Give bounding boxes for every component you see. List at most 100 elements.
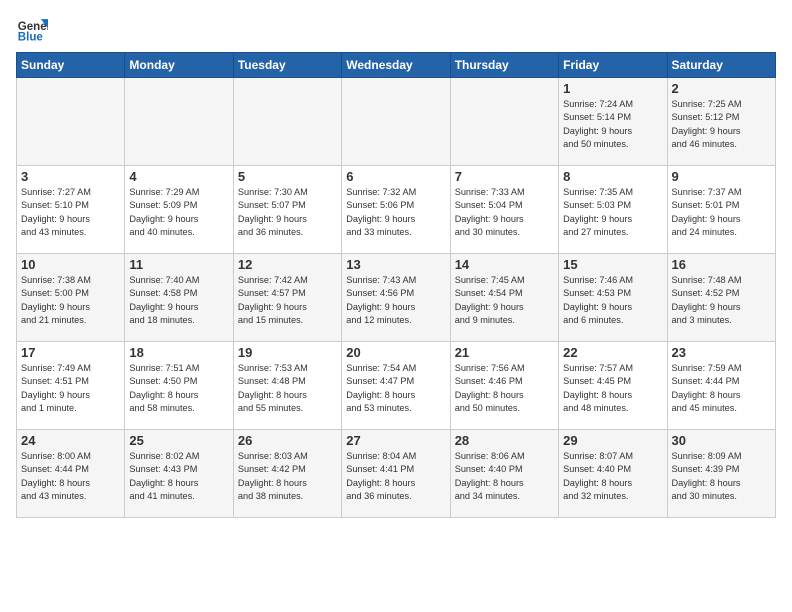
day-number: 19 xyxy=(238,345,337,360)
calendar-cell: 13 Sunrise: 7:43 AM Sunset: 4:56 PM Dayli… xyxy=(342,254,450,342)
calendar-cell: 30 Sunrise: 8:09 AM Sunset: 4:39 PM Dayli… xyxy=(667,430,775,518)
calendar-cell: 8Sunrise: 7:35 AM Sunset: 5:03 PM Daylig… xyxy=(559,166,667,254)
week-row-5: 24 Sunrise: 8:00 AM Sunset: 4:44 PM Dayli… xyxy=(17,430,776,518)
calendar-cell: 2 Sunrise: 7:25 AM Sunset: 5:12 PM Daylig… xyxy=(667,78,775,166)
calendar-cell: 19 Sunrise: 7:53 AM Sunset: 4:48 PM Dayli… xyxy=(233,342,341,430)
day-info: Sunrise: 7:37 AM Sunset: 5:01 PM Dayligh… xyxy=(672,186,771,239)
calendar-cell: 5Sunrise: 7:30 AM Sunset: 5:07 PM Daylig… xyxy=(233,166,341,254)
calendar-cell: 11 Sunrise: 7:40 AM Sunset: 4:58 PM Dayli… xyxy=(125,254,233,342)
day-info: Sunrise: 7:46 AM Sunset: 4:53 PM Dayligh… xyxy=(563,274,662,327)
calendar-cell: 12 Sunrise: 7:42 AM Sunset: 4:57 PM Dayli… xyxy=(233,254,341,342)
calendar-cell: 17 Sunrise: 7:49 AM Sunset: 4:51 PM Dayli… xyxy=(17,342,125,430)
day-info: Sunrise: 7:49 AM Sunset: 4:51 PM Dayligh… xyxy=(21,362,120,415)
day-number: 9 xyxy=(672,169,771,184)
day-number: 25 xyxy=(129,433,228,448)
calendar-cell: 16 Sunrise: 7:48 AM Sunset: 4:52 PM Dayli… xyxy=(667,254,775,342)
day-info: Sunrise: 7:57 AM Sunset: 4:45 PM Dayligh… xyxy=(563,362,662,415)
calendar-cell xyxy=(17,78,125,166)
day-info: Sunrise: 7:48 AM Sunset: 4:52 PM Dayligh… xyxy=(672,274,771,327)
calendar-cell: 15 Sunrise: 7:46 AM Sunset: 4:53 PM Dayli… xyxy=(559,254,667,342)
day-number: 16 xyxy=(672,257,771,272)
day-number: 20 xyxy=(346,345,445,360)
day-number: 2 xyxy=(672,81,771,96)
day-number: 24 xyxy=(21,433,120,448)
day-number: 15 xyxy=(563,257,662,272)
calendar-cell: 24 Sunrise: 8:00 AM Sunset: 4:44 PM Dayli… xyxy=(17,430,125,518)
day-number: 11 xyxy=(129,257,228,272)
day-number: 18 xyxy=(129,345,228,360)
day-number: 22 xyxy=(563,345,662,360)
page-header: General Blue xyxy=(16,12,776,44)
day-number: 14 xyxy=(455,257,554,272)
calendar-cell: 18 Sunrise: 7:51 AM Sunset: 4:50 PM Dayli… xyxy=(125,342,233,430)
day-number: 21 xyxy=(455,345,554,360)
calendar-cell: 3 Sunrise: 7:27 AM Sunset: 5:10 PM Daylig… xyxy=(17,166,125,254)
day-number: 13 xyxy=(346,257,445,272)
calendar-cell xyxy=(342,78,450,166)
week-row-1: 1Sunrise: 7:24 AM Sunset: 5:14 PM Daylig… xyxy=(17,78,776,166)
day-number: 12 xyxy=(238,257,337,272)
day-number: 29 xyxy=(563,433,662,448)
day-info: Sunrise: 8:09 AM Sunset: 4:39 PM Dayligh… xyxy=(672,450,771,503)
calendar-cell: 26 Sunrise: 8:03 AM Sunset: 4:42 PM Dayli… xyxy=(233,430,341,518)
day-info: Sunrise: 7:53 AM Sunset: 4:48 PM Dayligh… xyxy=(238,362,337,415)
day-info: Sunrise: 8:06 AM Sunset: 4:40 PM Dayligh… xyxy=(455,450,554,503)
day-header-tuesday: Tuesday xyxy=(233,53,341,78)
day-header-saturday: Saturday xyxy=(667,53,775,78)
day-info: Sunrise: 8:07 AM Sunset: 4:40 PM Dayligh… xyxy=(563,450,662,503)
day-number: 5 xyxy=(238,169,337,184)
page-container: General Blue SundayMondayTuesdayWednesda… xyxy=(0,0,792,526)
calendar-cell: 4 Sunrise: 7:29 AM Sunset: 5:09 PM Daylig… xyxy=(125,166,233,254)
day-info: Sunrise: 7:25 AM Sunset: 5:12 PM Dayligh… xyxy=(672,98,771,151)
day-info: Sunrise: 7:45 AM Sunset: 4:54 PM Dayligh… xyxy=(455,274,554,327)
day-header-wednesday: Wednesday xyxy=(342,53,450,78)
calendar-cell: 22 Sunrise: 7:57 AM Sunset: 4:45 PM Dayli… xyxy=(559,342,667,430)
day-number: 6 xyxy=(346,169,445,184)
week-row-2: 3 Sunrise: 7:27 AM Sunset: 5:10 PM Daylig… xyxy=(17,166,776,254)
day-info: Sunrise: 7:40 AM Sunset: 4:58 PM Dayligh… xyxy=(129,274,228,327)
day-info: Sunrise: 7:51 AM Sunset: 4:50 PM Dayligh… xyxy=(129,362,228,415)
day-info: Sunrise: 8:00 AM Sunset: 4:44 PM Dayligh… xyxy=(21,450,120,503)
day-number: 7 xyxy=(455,169,554,184)
calendar-cell: 28 Sunrise: 8:06 AM Sunset: 4:40 PM Dayli… xyxy=(450,430,558,518)
day-number: 27 xyxy=(346,433,445,448)
day-header-monday: Monday xyxy=(125,53,233,78)
calendar-table: SundayMondayTuesdayWednesdayThursdayFrid… xyxy=(16,52,776,518)
day-info: Sunrise: 7:56 AM Sunset: 4:46 PM Dayligh… xyxy=(455,362,554,415)
calendar-cell xyxy=(450,78,558,166)
day-info: Sunrise: 8:03 AM Sunset: 4:42 PM Dayligh… xyxy=(238,450,337,503)
week-row-4: 17 Sunrise: 7:49 AM Sunset: 4:51 PM Dayli… xyxy=(17,342,776,430)
svg-text:Blue: Blue xyxy=(18,31,44,43)
day-info: Sunrise: 7:24 AM Sunset: 5:14 PM Dayligh… xyxy=(563,98,662,151)
day-number: 3 xyxy=(21,169,120,184)
day-info: Sunrise: 7:43 AM Sunset: 4:56 PM Dayligh… xyxy=(346,274,445,327)
calendar-cell xyxy=(125,78,233,166)
day-info: Sunrise: 7:29 AM Sunset: 5:09 PM Dayligh… xyxy=(129,186,228,239)
day-info: Sunrise: 7:32 AM Sunset: 5:06 PM Dayligh… xyxy=(346,186,445,239)
day-header-thursday: Thursday xyxy=(450,53,558,78)
day-info: Sunrise: 7:33 AM Sunset: 5:04 PM Dayligh… xyxy=(455,186,554,239)
day-header-sunday: Sunday xyxy=(17,53,125,78)
logo-icon: General Blue xyxy=(16,12,48,44)
day-number: 26 xyxy=(238,433,337,448)
calendar-cell: 27Sunrise: 8:04 AM Sunset: 4:41 PM Dayli… xyxy=(342,430,450,518)
day-number: 30 xyxy=(672,433,771,448)
day-number: 10 xyxy=(21,257,120,272)
day-info: Sunrise: 7:38 AM Sunset: 5:00 PM Dayligh… xyxy=(21,274,120,327)
calendar-cell: 21 Sunrise: 7:56 AM Sunset: 4:46 PM Dayli… xyxy=(450,342,558,430)
calendar-cell: 7 Sunrise: 7:33 AM Sunset: 5:04 PM Daylig… xyxy=(450,166,558,254)
calendar-cell xyxy=(233,78,341,166)
day-number: 17 xyxy=(21,345,120,360)
calendar-cell: 20Sunrise: 7:54 AM Sunset: 4:47 PM Dayli… xyxy=(342,342,450,430)
calendar-cell: 9 Sunrise: 7:37 AM Sunset: 5:01 PM Daylig… xyxy=(667,166,775,254)
calendar-header-row: SundayMondayTuesdayWednesdayThursdayFrid… xyxy=(17,53,776,78)
day-number: 23 xyxy=(672,345,771,360)
day-info: Sunrise: 7:42 AM Sunset: 4:57 PM Dayligh… xyxy=(238,274,337,327)
logo: General Blue xyxy=(16,12,48,44)
calendar-cell: 29 Sunrise: 8:07 AM Sunset: 4:40 PM Dayli… xyxy=(559,430,667,518)
calendar-cell: 10 Sunrise: 7:38 AM Sunset: 5:00 PM Dayli… xyxy=(17,254,125,342)
day-number: 28 xyxy=(455,433,554,448)
day-number: 4 xyxy=(129,169,228,184)
calendar-cell: 6 Sunrise: 7:32 AM Sunset: 5:06 PM Daylig… xyxy=(342,166,450,254)
day-info: Sunrise: 7:27 AM Sunset: 5:10 PM Dayligh… xyxy=(21,186,120,239)
